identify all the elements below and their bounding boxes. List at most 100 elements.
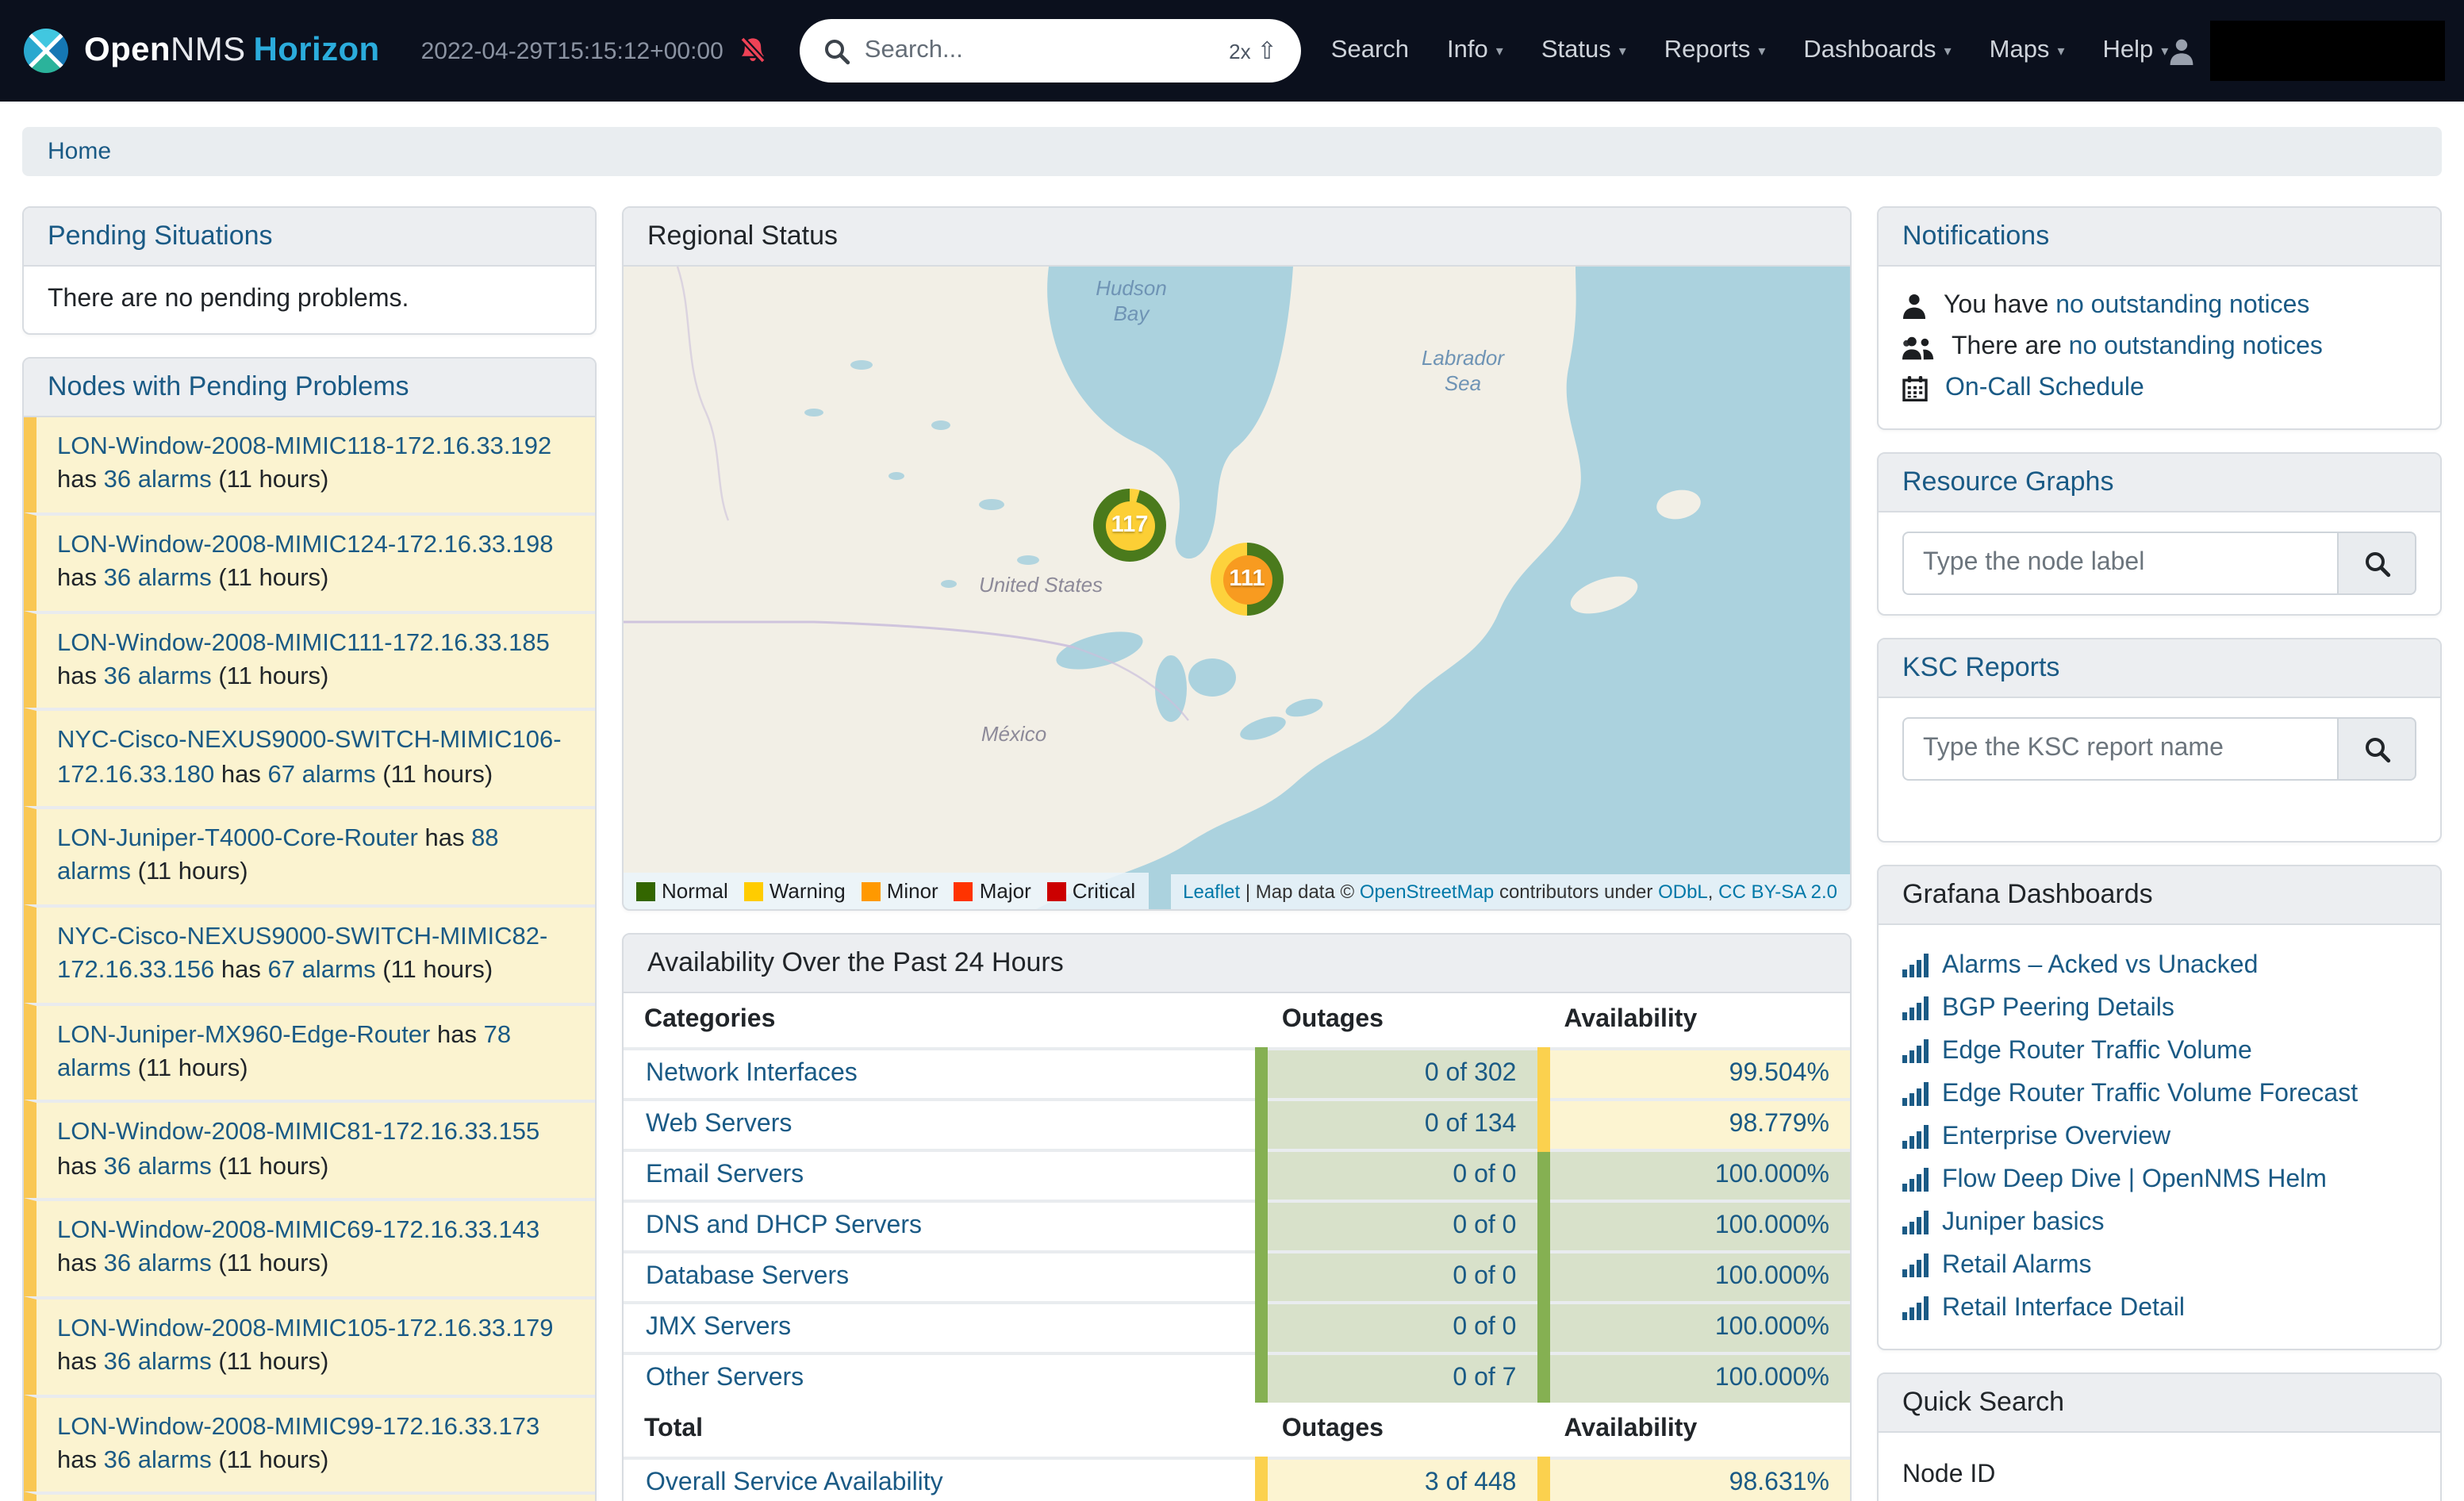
resource-graphs-search-button[interactable] — [2337, 532, 2416, 595]
node-link[interactable]: LON-Window-2008-MIMIC124-172.16.33.198 — [57, 532, 554, 559]
category-cell: Other Servers — [624, 1353, 1261, 1403]
nav-menu-item-label: Reports — [1664, 36, 1751, 65]
node-link[interactable]: LON-Window-2008-MIMIC99-172.16.33.173 — [57, 1413, 539, 1440]
regional-status-map[interactable]: HudsonBay LabradorSea United States Méxi… — [624, 267, 1850, 909]
node-link[interactable]: LON-Juniper-T4000-Core-Router — [57, 825, 418, 852]
all-notices-link[interactable]: no outstanding notices — [2069, 333, 2323, 360]
grafana-dashboard-link[interactable]: BGP Peering Details — [1942, 994, 2174, 1023]
alarms-link[interactable]: 36 alarms — [104, 1349, 212, 1376]
availability-row: Other Servers0 of 7100.000% — [624, 1353, 1850, 1403]
node-id-label: Node ID — [1902, 1461, 2416, 1490]
leaflet-link[interactable]: Leaflet — [1183, 881, 1240, 903]
nav-menu-item-dashboards[interactable]: Dashboards▾ — [1803, 36, 1951, 65]
grafana-dashboards-card: Grafana Dashboards Alarms – Acked vs Una… — [1877, 865, 2442, 1350]
odbl-link[interactable]: ODbL — [1658, 881, 1708, 903]
node-link[interactable]: LON-Window-2008-MIMIC105-172.16.33.179 — [57, 1315, 554, 1342]
category-link[interactable]: DNS and DHCP Servers — [646, 1212, 922, 1239]
center-column: Regional Status — [622, 206, 1852, 1501]
outages-cell: 0 of 7 — [1261, 1353, 1544, 1403]
category-link[interactable]: Email Servers — [646, 1161, 804, 1188]
pending-situations-body: There are no pending problems. — [24, 267, 595, 333]
breadcrumb-home-link[interactable]: Home — [48, 138, 111, 165]
notifications-off-icon[interactable] — [738, 36, 768, 66]
grafana-dashboard-link[interactable]: Alarms – Acked vs Unacked — [1942, 951, 2258, 980]
alarms-link[interactable]: 67 alarms — [267, 761, 375, 788]
search-placeholder: Search... — [865, 36, 1215, 65]
legend-item: Critical — [1047, 879, 1135, 903]
map-cluster-marker-111[interactable]: 111 — [1211, 543, 1284, 616]
grafana-dashboard-link[interactable]: Juniper basics — [1942, 1208, 2105, 1237]
osm-link[interactable]: OpenStreetMap — [1360, 881, 1494, 903]
availability-header: Availability Over the Past 24 Hours — [624, 935, 1850, 993]
nav-menu-item-maps[interactable]: Maps▾ — [1990, 36, 2065, 65]
alarms-link[interactable]: 36 alarms — [104, 467, 212, 494]
grafana-dashboard-link[interactable]: Retail Alarms — [1942, 1251, 2092, 1280]
alarms-link[interactable]: 36 alarms — [104, 1153, 212, 1180]
outages-cell: 0 of 0 — [1261, 1252, 1544, 1303]
availability-row: Network Interfaces0 of 30299.504% — [624, 1049, 1850, 1100]
nav-menu-item-status[interactable]: Status▾ — [1541, 36, 1626, 65]
legend-color-swatch — [862, 881, 881, 900]
node-link[interactable]: LON-Window-2008-MIMIC118-172.16.33.192 — [57, 433, 551, 460]
legend-color-swatch — [636, 881, 655, 900]
node-problem-item: LON-Window-2008-MIMIC111-172.16.33.185 h… — [24, 610, 595, 708]
ccbysa-link[interactable]: CC BY-SA 2.0 — [1718, 881, 1837, 903]
grafana-dashboard-link[interactable]: Retail Interface Detail — [1942, 1294, 2185, 1322]
availability-rows: Network Interfaces0 of 30299.504% Web Ser… — [624, 1049, 1850, 1403]
nav-menu-item-info[interactable]: Info▾ — [1447, 36, 1503, 65]
user-notices-link[interactable]: no outstanding notices — [2055, 292, 2309, 319]
alarms-link[interactable]: 36 alarms — [104, 1447, 212, 1474]
bar-chart-icon — [1902, 1125, 1929, 1149]
availability-cell: 100.000% — [1543, 1303, 1850, 1353]
oncall-schedule-link[interactable]: On-Call Schedule — [1945, 374, 2144, 403]
grafana-dashboard-link[interactable]: Enterprise Overview — [1942, 1123, 2170, 1151]
alarms-link[interactable]: 36 alarms — [104, 565, 212, 592]
resource-graphs-node-input[interactable] — [1902, 532, 2337, 595]
map-cluster-marker-117[interactable]: 117 — [1093, 489, 1166, 562]
search-shortcut-hint: 2x⇧ — [1229, 36, 1277, 65]
category-link[interactable]: Database Servers — [646, 1263, 849, 1290]
alarms-link[interactable]: 36 alarms — [104, 663, 212, 690]
brand[interactable]: OpenNMSHorizon — [22, 27, 380, 75]
notifications-title-link[interactable]: Notifications — [1902, 221, 2049, 251]
node-link[interactable]: LON-Window-2008-MIMIC81-172.16.33.155 — [57, 1119, 539, 1146]
category-link[interactable]: Web Servers — [646, 1111, 792, 1138]
map-attribution: Leaflet | Map data © OpenStreetMap contr… — [1170, 874, 1850, 909]
brand-horizon: Horizon — [254, 32, 380, 68]
global-search-box[interactable]: Search... 2x⇧ — [800, 19, 1301, 83]
alarms-link[interactable]: 36 alarms — [104, 1251, 212, 1278]
resource-graphs-title-link[interactable]: Resource Graphs — [1902, 466, 2113, 497]
resource-graphs-card: Resource Graphs — [1877, 452, 2442, 616]
nav-menu-item-reports[interactable]: Reports▾ — [1664, 36, 1766, 65]
category-link[interactable]: Network Interfaces — [646, 1060, 858, 1087]
ksc-report-name-input[interactable] — [1902, 717, 2337, 781]
ksc-reports-title-link[interactable]: KSC Reports — [1902, 652, 2059, 682]
availability-cell: 100.000% — [1543, 1201, 1850, 1252]
availability-row: Email Servers0 of 0100.000% — [624, 1150, 1850, 1201]
map-label-hudson-bay: HudsonBay — [1080, 276, 1182, 328]
brand-text: OpenNMSHorizon — [84, 32, 380, 70]
node-link[interactable]: LON-Window-2008-MIMIC111-172.16.33.185 — [57, 629, 550, 656]
ksc-reports-search-button[interactable] — [2337, 717, 2416, 781]
chevron-down-icon: ▾ — [1944, 42, 1952, 60]
overall-availability-link[interactable]: Overall Service Availability — [646, 1469, 943, 1496]
chevron-down-icon: ▾ — [1496, 42, 1503, 60]
node-link[interactable]: LON-Juniper-MX960-Edge-Router — [57, 1021, 430, 1048]
grafana-dashboard-link[interactable]: Edge Router Traffic Volume Forecast — [1942, 1080, 2358, 1108]
node-link[interactable]: LON-Window-2008-MIMIC69-172.16.33.143 — [57, 1217, 539, 1244]
user-menu-redacted[interactable] — [2209, 21, 2444, 81]
category-link[interactable]: Other Servers — [646, 1365, 804, 1392]
bar-chart-icon — [1902, 996, 1929, 1020]
grafana-dashboard-link[interactable]: Flow Deep Dive | OpenNMS Helm — [1942, 1165, 2327, 1194]
nav-menu-item-search[interactable]: Search — [1331, 36, 1409, 65]
grafana-dashboard-link[interactable]: Edge Router Traffic Volume — [1942, 1037, 2252, 1065]
notifications-card: Notifications You have no outstanding no… — [1877, 206, 2442, 430]
alarms-link[interactable]: 67 alarms — [267, 957, 375, 984]
legend-color-swatch — [954, 881, 973, 900]
user-icon — [2168, 37, 2193, 64]
category-link[interactable]: JMX Servers — [646, 1314, 791, 1341]
nodes-pending-problems-title-link[interactable]: Nodes with Pending Problems — [48, 371, 409, 401]
user-notices-row: You have no outstanding notices — [1902, 286, 2416, 327]
nav-menu-item-help[interactable]: Help▾ — [2103, 36, 2169, 65]
pending-situations-title-link[interactable]: Pending Situations — [48, 221, 273, 251]
